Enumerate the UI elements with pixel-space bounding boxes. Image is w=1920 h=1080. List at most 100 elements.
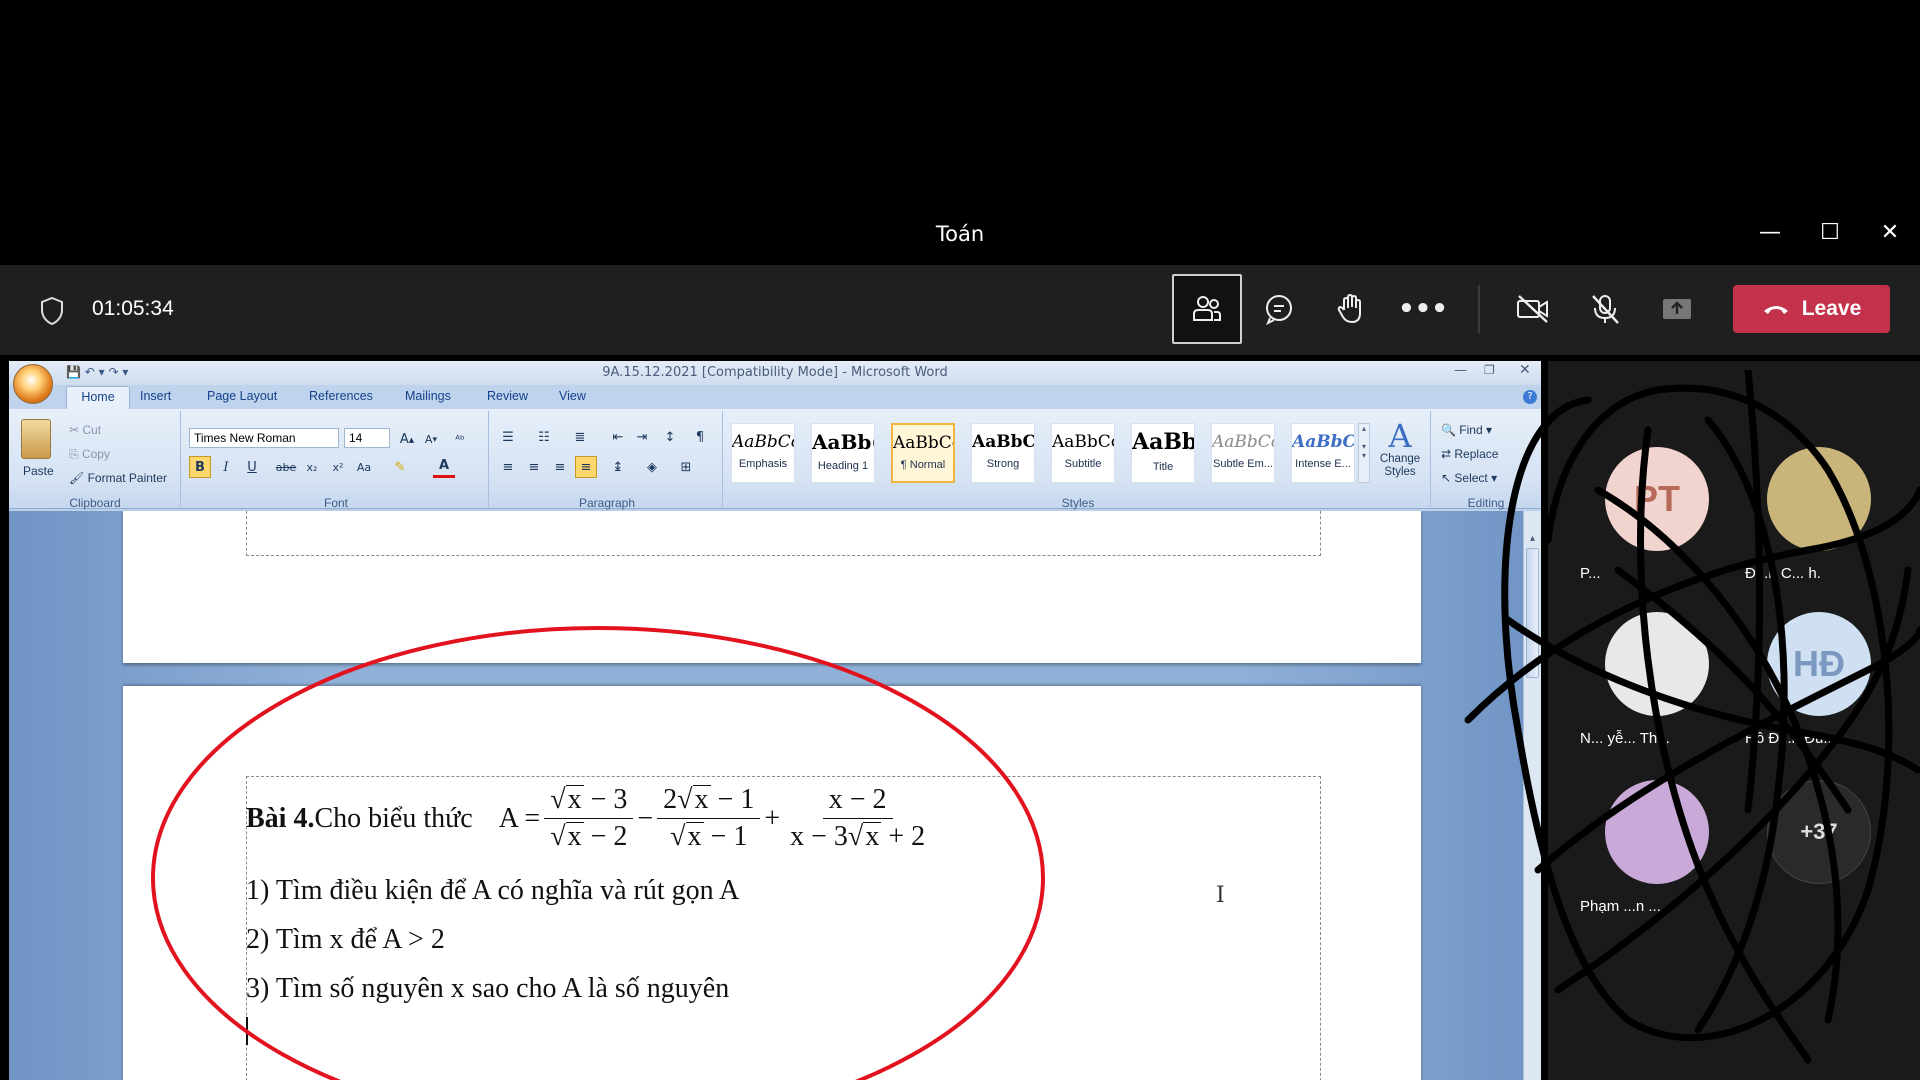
replace-label: Replace: [1454, 447, 1499, 461]
highlight-button[interactable]: ✎: [389, 456, 411, 478]
toolbar-divider: [1478, 285, 1480, 333]
line-spacing-button[interactable]: ↨: [607, 456, 629, 478]
hangup-icon: [1763, 306, 1788, 314]
copy-button[interactable]: ⎘ Copy: [69, 447, 110, 462]
italic-button[interactable]: I: [215, 456, 237, 478]
minimize-button[interactable]: —: [1740, 218, 1800, 248]
select-button[interactable]: ↖ Select ▾: [1441, 471, 1497, 485]
office-button[interactable]: [13, 364, 53, 404]
paste-button[interactable]: Paste: [23, 464, 54, 478]
style-strong[interactable]: AaBbCc Strong: [971, 423, 1035, 483]
question-2: 2) Tìm x để A > 2: [246, 924, 445, 955]
maximize-button[interactable]: ☐: [1800, 218, 1860, 248]
chat-button[interactable]: [1244, 274, 1314, 344]
tab-references[interactable]: References: [309, 389, 373, 403]
font-name-select[interactable]: Times New Roman: [189, 428, 339, 448]
styles-scroll[interactable]: ▴ ▾ ▾: [1358, 423, 1370, 483]
mic-off-icon: [1592, 295, 1619, 324]
people-icon: [1193, 296, 1221, 321]
participant-avatar[interactable]: PT: [1605, 447, 1709, 551]
justify-button[interactable]: ≡: [575, 456, 597, 478]
style-sample: AaBb(: [812, 430, 874, 454]
change-case-button[interactable]: Aa: [353, 456, 375, 478]
decrease-indent-button[interactable]: ⇤: [607, 426, 629, 448]
screen: Toán — ☐ ✕ 01:05:34 ••• Leave 9A.15.12.2…: [0, 0, 1920, 1080]
find-button[interactable]: 🔍 Find ▾: [1441, 423, 1492, 437]
change-styles-button[interactable]: A Change Styles: [1375, 419, 1425, 479]
microphone-button[interactable]: [1570, 274, 1640, 344]
style-sample: AaBbCcı: [1212, 432, 1274, 452]
bullets-button[interactable]: ☰: [497, 426, 519, 448]
align-center-button[interactable]: ≡: [523, 456, 545, 478]
share-screen-button[interactable]: [1642, 274, 1712, 344]
styles-group-label: Styles: [1061, 496, 1095, 510]
borders-button[interactable]: ⊞: [675, 456, 697, 478]
underline-button[interactable]: U: [241, 456, 263, 478]
tab-mailings[interactable]: Mailings: [405, 389, 451, 403]
participant-name: Hồ Đ...n Đu...: [1745, 730, 1836, 747]
style-subtitle[interactable]: AaBbCcI Subtitle: [1051, 423, 1115, 483]
style-name: Subtle Em...: [1213, 458, 1273, 470]
camera-button[interactable]: [1498, 274, 1568, 344]
word-minimize-button[interactable]: —: [1454, 363, 1467, 378]
style-sample: AaBbCcI: [893, 433, 953, 453]
vertical-scrollbar[interactable]: ▴: [1523, 511, 1541, 1080]
more-participants-badge[interactable]: +37: [1767, 780, 1871, 884]
multilevel-list-button[interactable]: ≣: [569, 426, 591, 448]
style-subtle-emphasis[interactable]: AaBbCcı Subtle Em...: [1211, 423, 1275, 483]
increase-indent-button[interactable]: ⇥: [631, 426, 653, 448]
sort-button[interactable]: ↕: [659, 426, 681, 448]
copy-label: Copy: [81, 447, 110, 461]
quick-access-toolbar[interactable]: 💾 ↶ ▾ ↷ ▾: [66, 365, 128, 379]
participants-button[interactable]: [1172, 274, 1242, 344]
show-marks-button[interactable]: ¶: [689, 426, 711, 448]
word-close-button[interactable]: ✕: [1519, 362, 1531, 378]
hand-icon: [1337, 293, 1361, 324]
tab-insert[interactable]: Insert: [140, 389, 171, 403]
align-left-button[interactable]: ≡: [497, 456, 519, 478]
leave-button[interactable]: Leave: [1733, 285, 1890, 333]
superscript-button[interactable]: x²: [327, 456, 349, 478]
camera-off-icon: [1517, 295, 1548, 323]
participant-name: N... yễ... Th...: [1580, 730, 1670, 747]
replace-button[interactable]: ⇄ Replace: [1441, 447, 1498, 461]
cut-button[interactable]: ✂ Cut: [69, 423, 101, 437]
shrink-font-button[interactable]: A ▾: [420, 428, 442, 450]
numbering-button[interactable]: ☷: [533, 426, 555, 448]
clear-formatting-button[interactable]: ᴬᵇ: [449, 428, 471, 450]
tab-home[interactable]: Home: [66, 386, 130, 410]
exercise-intro: Cho biểu thức: [314, 802, 473, 834]
shading-button[interactable]: ◈: [641, 456, 663, 478]
word-restore-button[interactable]: ❐: [1484, 363, 1495, 377]
style-name: Strong: [986, 458, 1020, 470]
tab-review[interactable]: Review: [487, 389, 528, 403]
help-icon[interactable]: ?: [1523, 390, 1537, 404]
style-title[interactable]: AaBb(Title: [1131, 423, 1195, 483]
style-emphasis[interactable]: AaBbCcı Emphasis: [731, 423, 795, 483]
participant-avatar[interactable]: [1767, 447, 1871, 551]
align-right-button[interactable]: ≡: [549, 456, 571, 478]
participant-name: Phạm ...n ...: [1580, 898, 1661, 915]
strikethrough-button[interactable]: abe: [275, 456, 297, 478]
participant-avatar[interactable]: HĐ: [1767, 612, 1871, 716]
style-normal[interactable]: AaBbCcI ¶ Normal: [891, 423, 955, 483]
font-size-select[interactable]: 14: [344, 428, 390, 448]
close-button[interactable]: ✕: [1860, 218, 1920, 248]
scroll-up-icon[interactable]: ▴: [1524, 533, 1541, 544]
tab-view[interactable]: View: [559, 389, 586, 403]
style-intense-emphasis[interactable]: AaBbCc Intense E...: [1291, 423, 1355, 483]
subscript-button[interactable]: x₂: [301, 456, 323, 478]
participant-avatar[interactable]: [1605, 780, 1709, 884]
tab-page-layout[interactable]: Page Layout: [207, 389, 277, 403]
find-label: Find: [1459, 423, 1483, 437]
bold-button[interactable]: B: [189, 456, 211, 478]
raise-hand-button[interactable]: [1316, 274, 1386, 344]
font-color-button[interactable]: A: [433, 456, 455, 478]
grow-font-button[interactable]: A ▴: [396, 428, 418, 450]
font-group-label: Font: [323, 496, 348, 510]
style-heading-1[interactable]: AaBb(Heading 1: [811, 423, 875, 483]
scroll-thumb[interactable]: [1526, 548, 1539, 678]
more-options-button[interactable]: •••: [1388, 274, 1458, 344]
format-painter-button[interactable]: 🖌 Format Painter: [69, 471, 167, 485]
participant-avatar[interactable]: [1605, 612, 1709, 716]
